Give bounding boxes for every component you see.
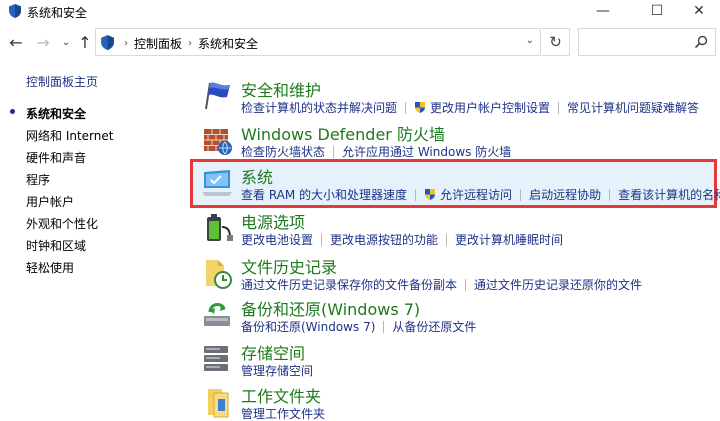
maximize-button[interactable]: ☐ [634,0,680,22]
close-button[interactable]: ✕ [676,0,720,22]
category-title[interactable]: 系统 [241,164,273,188]
link-separator [415,188,417,201]
task-link[interactable]: 更改电池设置 [241,231,313,248]
work-folders-icon [208,389,229,418]
task-link[interactable]: 允许应用通过 Windows 防火墙 [342,143,511,160]
task-link[interactable]: 通过文件历史记录保存你的文件备份副本 [241,276,457,293]
category-links: 更改电池设置 更改电源按钮的功能 更改计算机睡眠时间 [241,231,563,248]
sidebar-item-programs[interactable]: 程序 [26,171,50,188]
category-links: 检查计算机的状态并解决问题 更改用户帐户控制设置 常见计算机问题疑难解答 [241,99,699,116]
category-links: 检查防火墙状态 允许应用通过 Windows 防火墙 [241,143,511,160]
task-link[interactable]: 启动远程协助 [529,186,601,203]
search-icon [694,35,708,49]
category-title[interactable]: 备份和还原(Windows 7) [241,296,420,320]
sidebar-item-network[interactable]: 网络和 Internet [26,127,113,144]
uac-shield-icon [415,102,426,113]
storage-icon [204,346,228,371]
link-separator [333,145,335,158]
sidebar-item-system-security[interactable]: 系统和安全 [26,105,86,122]
active-indicator [10,109,15,114]
category-title[interactable]: 电源选项 [241,209,305,233]
backup-icon [204,303,230,326]
control-panel-icon [9,4,21,18]
address-bar[interactable]: › 控制面板 › 系统和安全 ⌄ [95,28,541,56]
link-separator [558,101,560,114]
sidebar-item-hardware[interactable]: 硬件和声音 [26,149,86,166]
task-link[interactable]: 更改电源按钮的功能 [330,231,438,248]
task-link[interactable]: 从备份还原文件 [392,318,476,335]
chevron-right-icon[interactable]: › [188,38,192,49]
task-link[interactable]: 通过文件历史记录还原你的文件 [474,276,642,293]
task-link[interactable]: 允许远程访问 [440,186,512,203]
sidebar-item-clock-region[interactable]: 时钟和区域 [26,237,86,254]
computer-icon [202,170,232,196]
flag-icon [205,82,230,110]
refresh-button[interactable]: ↻ [542,28,570,56]
category-title[interactable]: 工作文件夹 [241,383,321,407]
category-links: 管理存储空间 [241,362,313,379]
task-link[interactable]: 管理工作文件夹 [241,405,325,421]
task-link[interactable]: 管理存储空间 [241,362,313,379]
chevron-right-icon[interactable]: › [124,38,128,49]
file-history-icon [206,260,232,289]
breadcrumb: › 控制面板 › 系统和安全 [118,35,258,52]
category-links: 管理工作文件夹 [241,405,325,421]
power-icon [207,214,233,241]
category-title[interactable]: 存储空间 [241,340,305,364]
task-link[interactable]: 更改计算机睡眠时间 [455,231,563,248]
link-separator [520,188,522,201]
task-link[interactable]: 检查计算机的状态并解决问题 [241,99,397,116]
recent-locations-button[interactable]: ⌄ [60,32,72,52]
category-links: 查看 RAM 的大小和处理器速度 允许远程访问 启动远程协助 查看该计算机的名称 [241,186,720,203]
category-title[interactable]: 文件历史记录 [241,254,337,278]
task-link[interactable]: 检查防火墙状态 [241,143,325,160]
sidebar-item-ease-of-access[interactable]: 轻松使用 [26,259,74,276]
category-title[interactable]: 安全和维护 [241,77,321,101]
uac-shield-icon [425,189,436,200]
task-link[interactable]: 查看 RAM 的大小和处理器速度 [241,186,407,203]
chevron-down-icon[interactable]: ⌄ [526,35,534,46]
sidebar-item-user-accounts[interactable]: 用户帐户 [26,193,74,210]
link-separator [321,233,323,246]
navigation-bar: ← → ⌄ ↑ › 控制面板 › 系统和安全 ⌄ ↻ [0,24,720,60]
sidebar-item-appearance[interactable]: 外观和个性化 [26,215,98,232]
window-title: 系统和安全 [27,6,88,20]
link-separator [465,278,467,291]
task-link[interactable]: 常见计算机问题疑难解答 [567,99,699,116]
category-links: 通过文件历史记录保存你的文件备份副本 通过文件历史记录还原你的文件 [241,276,642,293]
title-bar: 系统和安全 — ☐ ✕ [0,0,720,22]
task-link[interactable]: 查看该计算机的名称 [618,186,720,203]
link-separator [383,320,385,333]
sidebar-item-control-panel-home[interactable]: 控制面板主页 [26,73,98,90]
forward-button[interactable]: → [33,32,53,52]
category-links: 备份和还原(Windows 7) 从备份还原文件 [241,318,476,335]
task-link[interactable]: 备份和还原(Windows 7) [241,318,375,335]
category-title[interactable]: Windows Defender 防火墙 [241,121,445,145]
breadcrumb-system-security[interactable]: 系统和安全 [198,35,258,52]
firewall-icon [204,129,232,155]
back-button[interactable]: ← [6,32,26,52]
task-link[interactable]: 更改用户帐户控制设置 [430,99,550,116]
breadcrumb-control-panel[interactable]: 控制面板 [134,35,182,52]
link-separator [446,233,448,246]
up-button[interactable]: ↑ [76,32,94,52]
link-separator [405,101,407,114]
link-separator [609,188,611,201]
control-panel-icon [101,35,114,50]
search-input[interactable] [578,28,716,56]
minimize-button[interactable]: — [580,0,626,22]
